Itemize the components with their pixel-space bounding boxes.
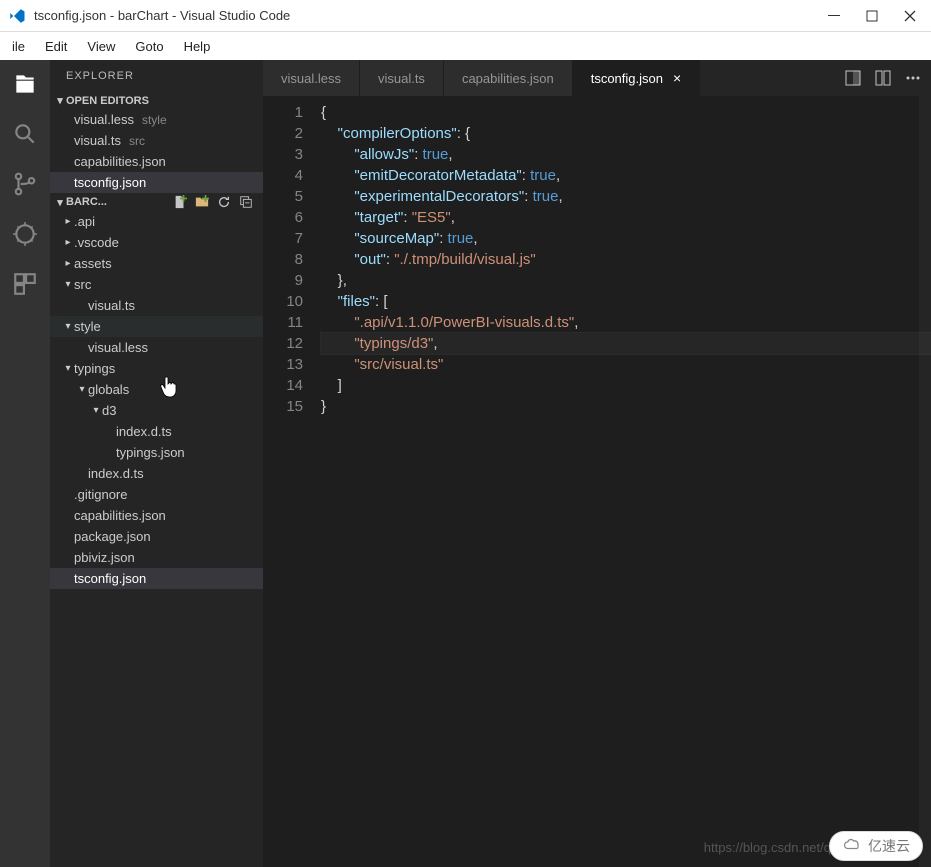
vscode-icon xyxy=(8,7,26,25)
tree-file[interactable]: capabilities.json xyxy=(50,505,263,526)
open-editor-item[interactable]: tsconfig.json xyxy=(50,172,263,193)
activity-bar xyxy=(0,60,50,867)
tree-file[interactable]: visual.ts xyxy=(50,295,263,316)
tree-file[interactable]: package.json xyxy=(50,526,263,547)
tree-folder[interactable]: ▸.vscode xyxy=(50,232,263,253)
open-editor-item[interactable]: capabilities.json xyxy=(50,151,263,172)
menu-goto[interactable]: Goto xyxy=(125,35,173,58)
tree-folder[interactable]: ▾globals xyxy=(50,379,263,400)
window-titlebar: tsconfig.json - barChart - Visual Studio… xyxy=(0,0,931,32)
window-close-button[interactable] xyxy=(903,9,917,23)
tree-file[interactable]: visual.less xyxy=(50,337,263,358)
line-number-gutter: 123456789101112131415 xyxy=(263,96,321,867)
tree-folder[interactable]: ▸assets xyxy=(50,253,263,274)
menu-file[interactable]: ile xyxy=(2,35,35,58)
watermark-badge: 亿速云 xyxy=(829,831,923,861)
menu-view[interactable]: View xyxy=(77,35,125,58)
collapse-all-icon[interactable] xyxy=(239,195,253,209)
editor-tab[interactable]: visual.ts xyxy=(360,60,444,96)
window-minimize-button[interactable] xyxy=(827,9,841,23)
tree-file[interactable]: typings.json xyxy=(50,442,263,463)
extensions-icon[interactable] xyxy=(11,270,39,298)
debug-icon[interactable] xyxy=(11,220,39,248)
tree-folder[interactable]: ▾typings xyxy=(50,358,263,379)
window-maximize-button[interactable] xyxy=(865,9,879,23)
tree-file[interactable]: tsconfig.json xyxy=(50,568,263,589)
window-title: tsconfig.json - barChart - Visual Studio… xyxy=(34,8,827,23)
more-icon[interactable] xyxy=(905,70,921,86)
menubar: ile Edit View Goto Help xyxy=(0,32,931,60)
editor-tab[interactable]: visual.less xyxy=(263,60,360,96)
tree-file[interactable]: index.d.ts xyxy=(50,421,263,442)
footer-url: https://blog.csdn.net/q xyxy=(704,840,831,855)
editor-tab[interactable]: tsconfig.json× xyxy=(573,60,700,96)
menu-help[interactable]: Help xyxy=(174,35,221,58)
search-icon[interactable] xyxy=(11,120,39,148)
project-header[interactable]: ▾BARC... xyxy=(50,193,263,211)
tree-folder[interactable]: ▸.api xyxy=(50,211,263,232)
refresh-icon[interactable] xyxy=(217,195,231,209)
explorer-icon[interactable] xyxy=(11,70,39,98)
editor-scrollbar[interactable] xyxy=(919,96,931,867)
tree-folder[interactable]: ▾src xyxy=(50,274,263,295)
source-control-icon[interactable] xyxy=(11,170,39,198)
explorer-sidebar: EXPLORER ▾OPEN EDITORS visual.lessstylev… xyxy=(50,60,263,867)
split-preview-icon[interactable] xyxy=(845,70,861,86)
open-editors-header[interactable]: ▾OPEN EDITORS xyxy=(50,92,263,109)
tree-file[interactable]: .gitignore xyxy=(50,484,263,505)
open-editor-item[interactable]: visual.tssrc xyxy=(50,130,263,151)
new-folder-icon[interactable] xyxy=(195,195,209,209)
tree-folder[interactable]: ▾style xyxy=(50,316,263,337)
editor-tab[interactable]: capabilities.json xyxy=(444,60,573,96)
code-content[interactable]: { "compilerOptions": { "allowJs": true, … xyxy=(321,96,931,867)
split-editor-icon[interactable] xyxy=(875,70,891,86)
tab-bar: visual.lessvisual.tscapabilities.jsontsc… xyxy=(263,60,931,96)
tree-file[interactable]: pbiviz.json xyxy=(50,547,263,568)
new-file-icon[interactable] xyxy=(173,195,187,209)
close-icon[interactable]: × xyxy=(673,70,681,86)
open-editor-item[interactable]: visual.lessstyle xyxy=(50,109,263,130)
code-editor[interactable]: 123456789101112131415 { "compilerOptions… xyxy=(263,96,931,867)
tree-folder[interactable]: ▾d3 xyxy=(50,400,263,421)
editor-group: visual.lessvisual.tscapabilities.jsontsc… xyxy=(263,60,931,867)
sidebar-title: EXPLORER xyxy=(50,60,263,92)
menu-edit[interactable]: Edit xyxy=(35,35,77,58)
tree-file[interactable]: index.d.ts xyxy=(50,463,263,484)
